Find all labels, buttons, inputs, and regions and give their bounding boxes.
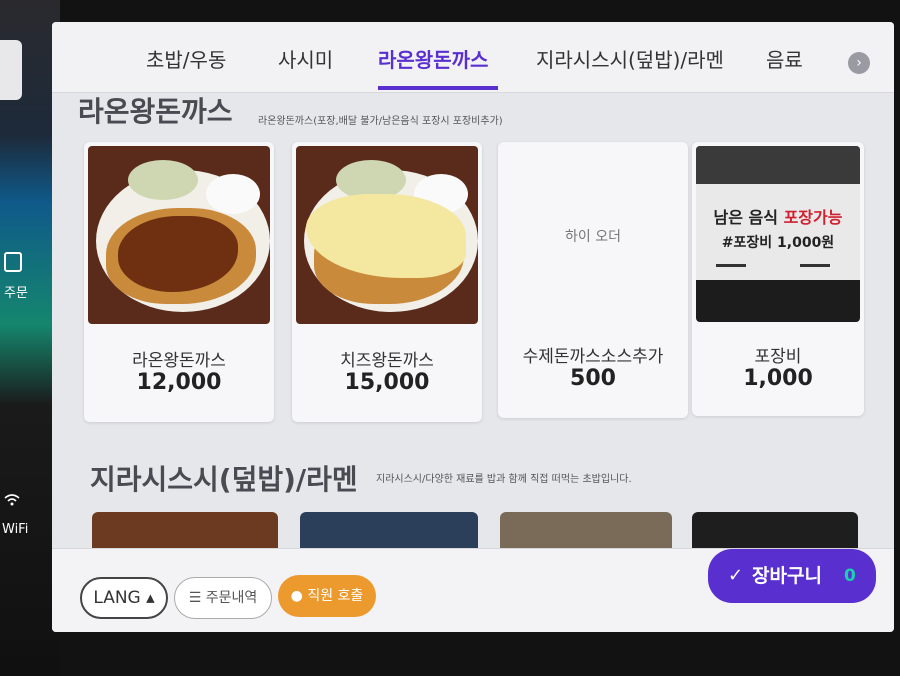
call-staff-button[interactable]: ● 직원 호출 [278, 575, 376, 617]
menu-item-card[interactable]: 하이 오더 수제돈까스소스추가 500 [498, 142, 688, 418]
left-panel: 주문 WiFi [0, 0, 60, 676]
item-price: 15,000 [344, 370, 430, 395]
item-price: 1,000 [743, 366, 813, 391]
cart-label: 장바구니 [752, 565, 822, 587]
food-image [88, 146, 270, 324]
menu-item-card[interactable]: 치즈왕돈까스 15,000 [292, 142, 482, 422]
order-history-button[interactable]: ☰ 주문내역 [174, 577, 272, 619]
food-image [296, 146, 478, 324]
tab-sashimi[interactable]: 사시미 [278, 44, 333, 73]
item-name: 라온왕돈까스 [132, 351, 226, 371]
side-order-label: 주문 [4, 286, 28, 301]
wifi-label: WiFi [2, 522, 29, 537]
item-name: 포장비 [754, 347, 802, 367]
bottom-bar: LANG ▴ ☰ 주문내역 ● 직원 호출 ✓ 장바구니 0 [52, 548, 894, 632]
banner-price-text: #포장비 1,000원 [721, 235, 835, 251]
item-price: 500 [570, 366, 616, 391]
packaging-banner-image: 남은 음식 포장가능 #포장비 1,000원 [696, 146, 860, 322]
item-price: 12,000 [136, 370, 222, 395]
tab-sushi-udon[interactable]: 초밥/우동 [146, 44, 226, 73]
language-button[interactable]: LANG ▴ [80, 577, 168, 619]
tab-chirashi-ramen[interactable]: 지라시스시(덮밥)/라멘 [536, 44, 724, 73]
person-icon: ● [290, 588, 308, 604]
order-icon [4, 252, 22, 272]
active-tab-indicator [378, 86, 498, 90]
side-logo [0, 40, 22, 100]
banner-text: 남은 음식 포장가능 [713, 208, 843, 227]
item-name: 수제돈까스소스추가 [522, 347, 664, 367]
wifi-icon [4, 494, 20, 510]
cart-button[interactable]: ✓ 장바구니 0 [708, 549, 876, 603]
section-title: 지라시스시(덮밥)/라멘 [90, 463, 358, 496]
check-icon: ✓ [728, 565, 744, 586]
item-name: 치즈왕돈까스 [340, 351, 434, 371]
cart-count: 0 [844, 566, 856, 586]
tab-drinks[interactable]: 음료 [766, 44, 803, 73]
image-placeholder-text: 하이 오더 [565, 229, 621, 245]
section-title: 라온왕돈까스 [78, 95, 233, 128]
list-icon: ☰ [188, 590, 206, 606]
section-description: 지라시스시/다양한 재료를 밥과 함께 직접 떠먹는 초밥입니다. [376, 474, 632, 485]
chevron-right-icon[interactable]: › [848, 52, 870, 74]
kiosk-screen: 초밥/우동 사시미 라온왕돈까스 지라시스시(덮밥)/라멘 음료 › 라온왕돈까… [52, 22, 894, 632]
tab-raon-donkatsu[interactable]: 라온왕돈까스 [378, 44, 488, 73]
section-description: 라온왕돈까스(포장,배달 불가/남은음식 포장시 포장비추가) [258, 116, 503, 127]
menu-item-card[interactable]: 남은 음식 포장가능 #포장비 1,000원 포장비 1,000 [692, 142, 864, 416]
category-tabs: 초밥/우동 사시미 라온왕돈까스 지라시스시(덮밥)/라멘 음료 › [52, 22, 894, 93]
menu-item-card[interactable]: 라온왕돈까스 12,000 [84, 142, 274, 422]
